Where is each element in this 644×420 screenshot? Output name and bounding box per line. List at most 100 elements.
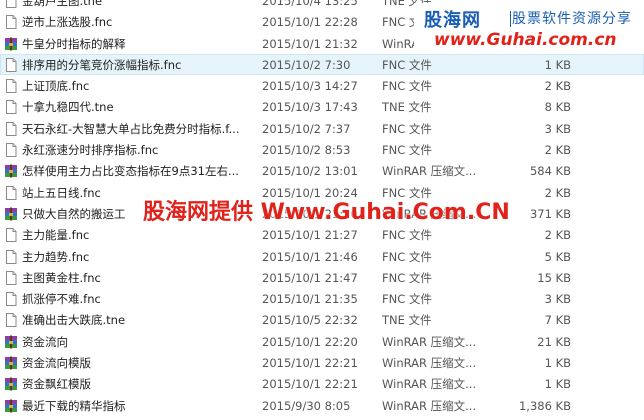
file-type: FNC 文件 bbox=[382, 57, 432, 72]
logo-url: www.Guhai.com.cn bbox=[434, 30, 617, 50]
file-row[interactable]: 十拿九稳四代.tne 2015/10/3 17:43 TNE 文件 8 KB bbox=[0, 96, 644, 117]
file-name: 主图黄金柱.fnc bbox=[22, 270, 101, 285]
file-icon bbox=[4, 143, 18, 158]
file-type: FNC 文件 bbox=[382, 143, 432, 158]
file-type: WinRAR 压缩文... bbox=[382, 398, 477, 413]
file-type: WinRAR 压缩文... bbox=[382, 377, 477, 392]
file-icon bbox=[4, 100, 18, 115]
rar-icon bbox=[4, 164, 18, 178]
file-date: 2015/10/2 7:30 bbox=[262, 57, 351, 72]
file-date: 2015/10/1 21:46 bbox=[262, 249, 358, 264]
file-size: 1 KB bbox=[544, 57, 571, 72]
file-date: 2015/10/5 22:32 bbox=[262, 313, 358, 328]
file-type: TNE 文件 bbox=[382, 100, 432, 115]
file-type: FNC 文件 bbox=[382, 228, 432, 243]
file-date: 2015/10/1 22:28 bbox=[262, 15, 358, 30]
file-icon bbox=[4, 121, 18, 136]
site-logo-watermark: 股海网 股票软件资源分享 www.Guhai.com.cn bbox=[414, 3, 644, 50]
file-row[interactable]: 排序用的分笔竞价涨幅指标.fnc 2015/10/2 7:30 FNC 文件 1 KB bbox=[0, 53, 644, 76]
logo-tagline: 股票软件资源分享 bbox=[512, 11, 632, 27]
logo-text: 股海网 bbox=[424, 10, 481, 31]
file-date: 2015/10/1 21:32 bbox=[262, 36, 358, 51]
file-size: 8 KB bbox=[544, 100, 571, 115]
file-size: 1 KB bbox=[544, 356, 571, 371]
file-name: 资金流向 bbox=[22, 334, 68, 349]
file-row[interactable]: 准确出击大跌底.tne 2015/10/5 22:32 TNE 文件 7 KB bbox=[0, 309, 644, 330]
file-size: 1 KB bbox=[544, 377, 571, 392]
rar-icon bbox=[4, 399, 18, 413]
file-size: 5 KB bbox=[544, 249, 571, 264]
file-row[interactable]: 资金流向 2015/10/1 22:20 WinRAR 压缩文... 21 KB bbox=[0, 331, 644, 352]
file-type: WinRAR 压缩文... bbox=[382, 334, 477, 349]
file-name: 资金飘红模版 bbox=[22, 377, 91, 392]
file-size: 2 KB bbox=[544, 143, 571, 158]
rar-icon bbox=[4, 356, 18, 370]
file-size: 3 KB bbox=[544, 121, 571, 136]
file-size: 21 KB bbox=[537, 334, 571, 349]
file-row[interactable]: 永红涨速分时排序指标.fnc 2015/10/2 8:53 FNC 文件 2 KB bbox=[0, 139, 644, 160]
file-size: 1,386 KB bbox=[518, 398, 571, 413]
file-date: 2015/10/1 21:47 bbox=[262, 270, 358, 285]
file-icon bbox=[4, 249, 18, 264]
file-date: 2015/10/2 13:01 bbox=[262, 164, 358, 179]
file-date: 2015/10/1 22:20 bbox=[262, 334, 358, 349]
file-size: 3 KB bbox=[544, 292, 571, 307]
file-name: 上证顶底.fnc bbox=[22, 79, 90, 94]
file-row[interactable]: 抓涨停不难.fnc 2015/10/1 21:35 FNC 文件 3 KB bbox=[0, 288, 644, 309]
file-icon bbox=[4, 313, 18, 328]
file-type: FNC 文件 bbox=[382, 79, 432, 94]
file-date: 2015/10/1 21:35 bbox=[262, 292, 358, 307]
rar-icon bbox=[4, 335, 18, 349]
file-name: 主力能量.fnc bbox=[22, 228, 90, 243]
file-row[interactable]: 资金飘红模版 2015/10/1 22:21 WinRAR 压缩文... 1 KB bbox=[0, 373, 644, 394]
rar-icon bbox=[4, 37, 18, 51]
file-name: 资金流向模版 bbox=[22, 356, 91, 371]
file-name: 最近下载的精华指标 bbox=[22, 398, 126, 413]
file-size: 7 KB bbox=[544, 313, 571, 328]
file-row[interactable]: 上证顶底.fnc 2015/10/3 14:27 FNC 文件 2 KB bbox=[0, 75, 644, 96]
file-icon bbox=[4, 57, 18, 72]
file-type: FNC 文件 bbox=[382, 270, 432, 285]
file-name: 天石永红-大智慧大单占比免费分时指标.f... bbox=[22, 121, 240, 136]
file-name: 永红涨速分时排序指标.fnc bbox=[22, 143, 159, 158]
file-date: 2015/10/1 22:21 bbox=[262, 356, 358, 371]
file-row[interactable]: 主力能量.fnc 2015/10/1 21:27 FNC 文件 2 KB bbox=[0, 224, 644, 245]
file-type: TNE 文件 bbox=[382, 313, 432, 328]
file-icon bbox=[4, 185, 18, 200]
file-type: FNC 文件 bbox=[382, 292, 432, 307]
file-row[interactable]: 天石永红-大智慧大单占比免费分时指标.f... 2015/10/2 7:37 FNC… bbox=[0, 118, 644, 139]
file-row[interactable]: 主图黄金柱.fnc 2015/10/1 21:47 FNC 文件 15 KB bbox=[0, 267, 644, 288]
file-date: 2015/10/3 14:27 bbox=[262, 79, 358, 94]
file-icon bbox=[4, 270, 18, 285]
file-date: 2015/10/1 21:27 bbox=[262, 228, 358, 243]
file-date: 2015/10/2 8:53 bbox=[262, 143, 351, 158]
file-type: FNC 文件 bbox=[382, 121, 432, 136]
rar-icon bbox=[4, 377, 18, 391]
file-icon bbox=[4, 0, 18, 8]
file-name: 准确出击大跌底.tne bbox=[22, 313, 126, 328]
file-row[interactable]: 资金流向模版 2015/10/1 22:21 WinRAR 压缩文... 1 KB bbox=[0, 352, 644, 373]
file-row[interactable]: 主力趋势.fnc 2015/10/1 21:46 FNC 文件 5 KB bbox=[0, 246, 644, 267]
file-icon bbox=[4, 15, 18, 30]
file-row[interactable]: 最近下载的精华指标 2015/9/30 8:05 WinRAR 压缩文... 1,38… bbox=[0, 395, 644, 416]
file-size: 2 KB bbox=[544, 79, 571, 94]
file-type: WinRAR 压缩文... bbox=[382, 356, 477, 371]
file-size: 15 KB bbox=[537, 270, 571, 285]
file-type: WinRAR 压缩文... bbox=[382, 164, 477, 179]
center-watermark: 股海网提供 Www.Guhai.Com.CN bbox=[143, 200, 510, 225]
rar-icon bbox=[4, 207, 18, 221]
file-name: 牛皇分时指标的解释 bbox=[22, 36, 126, 51]
file-icon bbox=[4, 292, 18, 307]
file-date: 2015/10/3 17:43 bbox=[262, 100, 358, 115]
file-size: 2 KB bbox=[544, 228, 571, 243]
file-name: 抓涨停不难.fnc bbox=[22, 292, 101, 307]
file-size: 584 KB bbox=[529, 164, 571, 179]
file-icon bbox=[4, 228, 18, 243]
file-name: 排序用的分笔竞价涨幅指标.fnc bbox=[22, 57, 182, 72]
file-row[interactable]: 怎样使用主力占比变态指标在9点31左右... 2015/10/2 13:01 Win… bbox=[0, 160, 644, 181]
file-type: FNC 文件 bbox=[382, 249, 432, 264]
file-date: 2015/9/30 8:05 bbox=[262, 398, 351, 413]
file-name: 逆市上涨选股.fnc bbox=[22, 15, 113, 30]
file-date: 2015/10/1 22:21 bbox=[262, 377, 358, 392]
file-icon bbox=[4, 79, 18, 94]
